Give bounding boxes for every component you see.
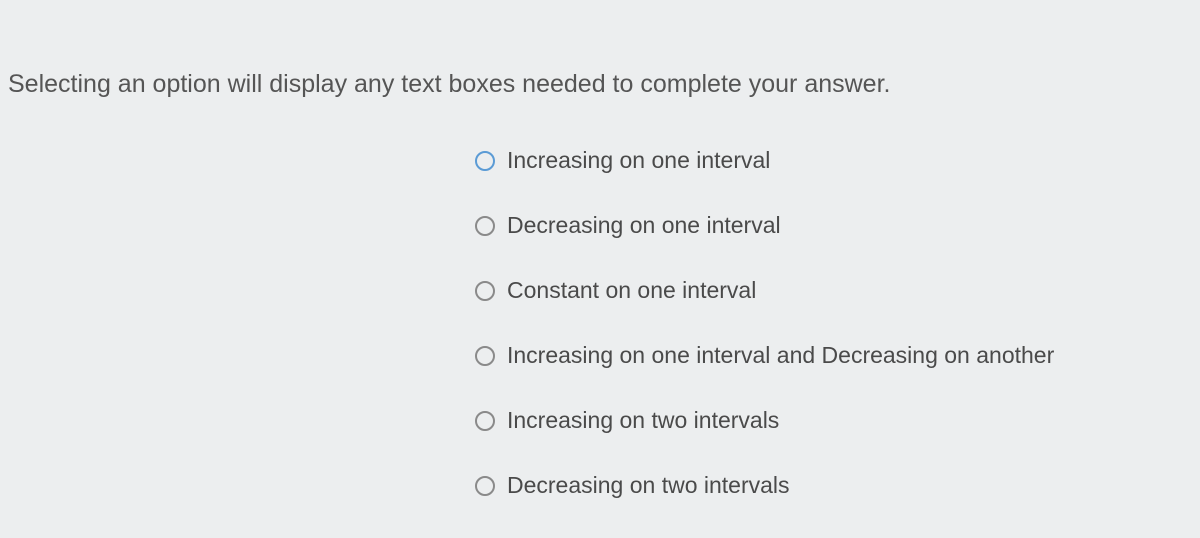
radio-icon: [475, 216, 495, 236]
radio-icon: [475, 346, 495, 366]
option-label: Increasing on two intervals: [507, 407, 779, 434]
radio-icon: [475, 411, 495, 431]
option-label: Decreasing on one interval: [507, 212, 781, 239]
instruction-text: Selecting an option will display any tex…: [0, 70, 1200, 99]
radio-icon: [475, 281, 495, 301]
option-decreasing-two[interactable]: Decreasing on two intervals: [475, 472, 1200, 499]
option-decreasing-one[interactable]: Decreasing on one interval: [475, 212, 1200, 239]
option-increasing-one[interactable]: Increasing on one interval: [475, 147, 1200, 174]
option-label: Constant on one interval: [507, 277, 756, 304]
option-constant-one[interactable]: Constant on one interval: [475, 277, 1200, 304]
option-increasing-two[interactable]: Increasing on two intervals: [475, 407, 1200, 434]
option-label: Increasing on one interval and Decreasin…: [507, 342, 1054, 369]
options-group: Increasing on one interval Decreasing on…: [475, 147, 1200, 499]
option-label: Increasing on one interval: [507, 147, 770, 174]
option-increasing-decreasing[interactable]: Increasing on one interval and Decreasin…: [475, 342, 1200, 369]
radio-icon: [475, 151, 495, 171]
option-label: Decreasing on two intervals: [507, 472, 790, 499]
radio-icon: [475, 476, 495, 496]
